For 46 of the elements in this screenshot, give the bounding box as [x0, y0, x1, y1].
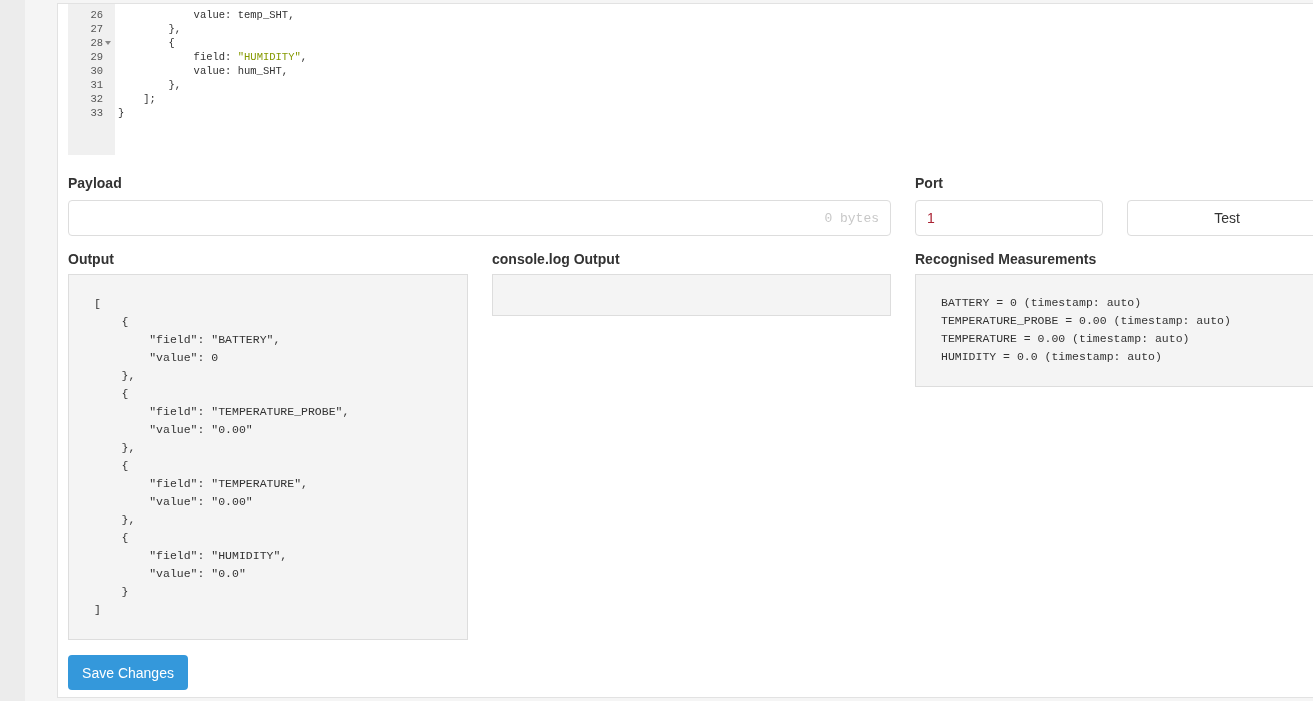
code-line: value: hum_SHT,	[192, 65, 289, 77]
line-number: 32	[90, 92, 103, 106]
output-label: Output	[68, 250, 115, 268]
code-line: }	[118, 107, 125, 119]
output-line: "field": "HUMIDITY",	[148, 548, 288, 564]
port-input-field[interactable]: 1	[915, 200, 1103, 236]
measurement-line: HUMIDITY = 0.0 (timestamp: auto)	[941, 349, 1162, 365]
measurement-line: TEMPERATURE_PROBE = 0.00 (timestamp: auto)	[941, 313, 1231, 329]
code-line: value: temp_SHT,	[192, 9, 295, 21]
measurement-line: TEMPERATURE = 0.00 (timestamp: auto)	[941, 331, 1190, 347]
code-line: },	[167, 23, 181, 35]
output-line: "field": "TEMPERATURE_PROBE",	[148, 404, 350, 420]
output-line: }	[120, 584, 129, 600]
output-line: "field": "BATTERY",	[148, 332, 281, 348]
measurement-line: BATTERY = 0 (timestamp: auto)	[941, 295, 1142, 311]
output-line: {	[120, 530, 129, 546]
line-number: 27	[90, 22, 103, 36]
line-number: 30	[90, 64, 103, 78]
output-line: "value": 0	[148, 350, 219, 366]
output-line: "value": "0.00"	[148, 422, 253, 438]
port-label: Port	[915, 174, 944, 192]
test-button[interactable]: Test	[1127, 200, 1313, 236]
output-line: {	[120, 458, 129, 474]
output-line: },	[120, 368, 136, 384]
output-line: {	[120, 386, 129, 402]
output-line: "value": "0.00"	[148, 494, 253, 510]
output-line: },	[120, 440, 136, 456]
line-number: 33	[90, 106, 103, 120]
measurements-label: Recognised Measurements	[915, 250, 1098, 268]
code-line: },	[167, 79, 181, 91]
line-number: 28	[90, 36, 103, 50]
code-line: ];	[142, 93, 156, 105]
code-line: {	[167, 37, 175, 49]
line-number: 29	[90, 50, 103, 64]
output-line: ]	[94, 602, 101, 618]
output-line: {	[120, 314, 129, 330]
output-line: "value": "0.0"	[148, 566, 246, 582]
code-line: field: "HUMIDITY",	[192, 51, 308, 63]
line-number: 26	[90, 8, 103, 22]
fold-caret-icon[interactable]	[105, 41, 111, 45]
payload-label: Payload	[68, 174, 123, 192]
output-line: "field": "TEMPERATURE",	[148, 476, 308, 492]
line-number: 31	[90, 78, 103, 92]
output-line: [	[94, 296, 101, 312]
output-line: },	[120, 512, 136, 528]
console-output-label: console.log Output	[492, 250, 621, 268]
